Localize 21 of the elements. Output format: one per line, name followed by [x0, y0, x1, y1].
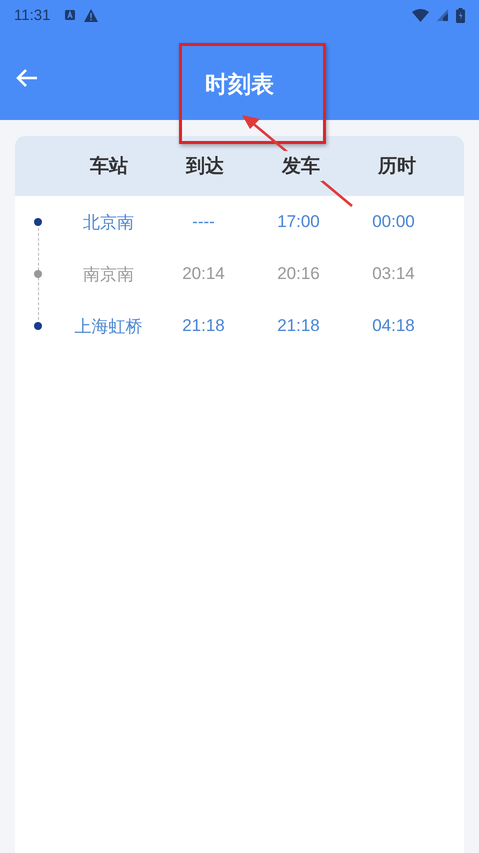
departure-time: 17:00 — [276, 212, 321, 232]
wifi-icon — [412, 8, 429, 22]
station-name: 北京南 — [82, 212, 135, 234]
status-time: 11:31 — [14, 6, 50, 24]
station-name: 上海虹桥 — [74, 316, 144, 338]
page-title: 时刻表 — [205, 70, 274, 100]
battery-icon — [456, 8, 465, 22]
signal-icon — [437, 9, 448, 21]
back-arrow-icon[interactable] — [16, 68, 38, 88]
duration: 04:18 — [371, 316, 416, 336]
warning-icon — [84, 8, 98, 22]
notification-icon — [64, 9, 76, 21]
arrival-time: 21:18 — [181, 316, 226, 336]
departure-time: 20:16 — [276, 264, 321, 284]
duration: 03:14 — [371, 264, 416, 284]
station-name: 南京南 — [82, 264, 135, 286]
departure-time: 21:18 — [276, 316, 321, 336]
column-header: 发车 — [279, 151, 323, 181]
arrival-time: ---- — [191, 212, 216, 232]
duration: 00:00 — [371, 212, 416, 232]
arrival-time: 20:14 — [181, 264, 226, 284]
